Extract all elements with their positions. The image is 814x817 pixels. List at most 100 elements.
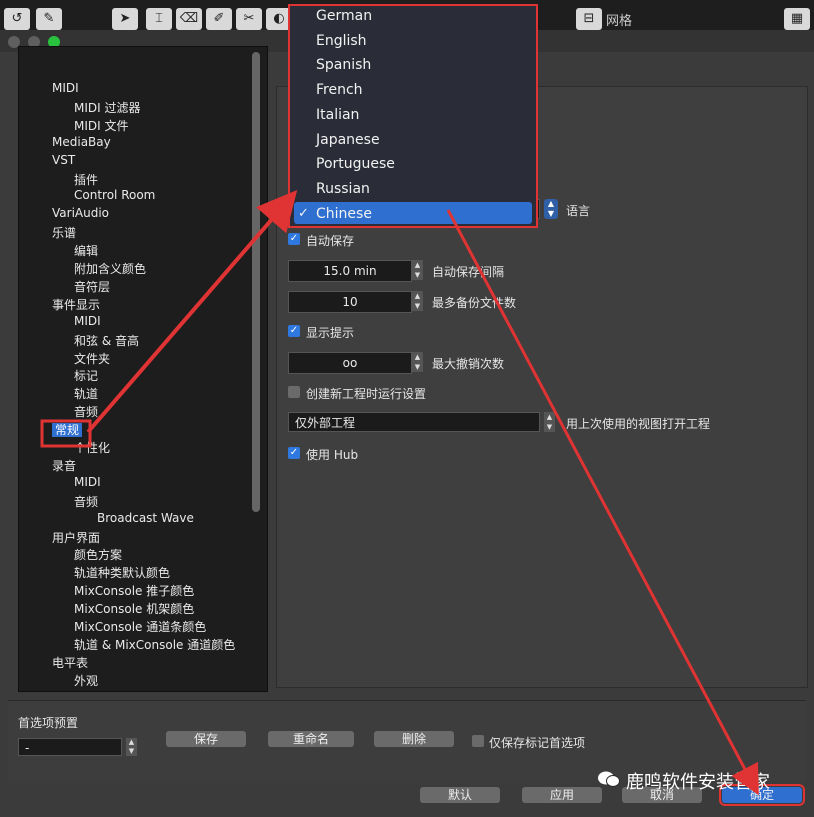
max-backups-label: 最多备份文件数 [432, 296, 517, 310]
sidebar-item-label: 轨道种类默认颜色 [74, 566, 171, 581]
autosave-interval-label: 自动保存间隔 [432, 265, 505, 279]
sidebar-item-label: MixConsole 推子颜色 [74, 584, 195, 599]
undo-icon[interactable]: ↺ [4, 8, 30, 30]
presets-select-chevron-icon[interactable]: ▲ ▼ [126, 738, 137, 756]
sidebar-item[interactable]: MIDI [52, 81, 79, 95]
sidebar-item[interactable]: MIDI 文件 [74, 117, 129, 134]
sidebar-item[interactable]: 编辑 [74, 242, 98, 259]
autosave-interval-field[interactable]: 15.0 min [288, 260, 412, 282]
sidebar-item[interactable]: MIDI [74, 314, 101, 328]
sidebar-item-label: 常规 [52, 423, 83, 438]
sidebar-item[interactable]: 附加含义颜色 [74, 260, 146, 277]
sidebar-item-label: 音频 [74, 494, 99, 509]
sidebar-item-label: MIDI [74, 313, 101, 328]
grid-type-label[interactable]: 网格 [606, 10, 632, 29]
tool-select-icon[interactable]: ✎ [36, 8, 62, 30]
sidebar-item[interactable]: 用户界面 [52, 529, 100, 546]
language-option[interactable]: Japanese [316, 132, 380, 148]
sidebar-item[interactable]: 音频 [74, 493, 98, 510]
sidebar-item-label: 插件 [74, 172, 99, 187]
cut-tool-icon[interactable]: ✂ [236, 8, 262, 30]
tree-scrollbar[interactable] [252, 52, 260, 512]
sidebar-item[interactable]: 录音 [52, 457, 76, 474]
sidebar-item-label: 轨道 & MixConsole 通道颜色 [74, 637, 236, 652]
language-label: 语言 [566, 204, 591, 218]
draw-tool-icon[interactable]: ✐ [206, 8, 232, 30]
sidebar-item-label: 和弦 & 音高 [74, 333, 139, 348]
show-tips-label: 显示提示 [306, 326, 355, 340]
sidebar-item-label: 事件显示 [52, 297, 101, 312]
autosave-interval-stepper[interactable]: ▲ ▼ [412, 260, 423, 280]
language-option[interactable]: Portuguese [316, 156, 395, 172]
language-dropdown-menu[interactable]: German English Spanish French Italian Japanes… [288, 4, 538, 228]
sidebar-item[interactable]: Broadcast Wave [97, 511, 194, 525]
language-option[interactable]: French [316, 82, 363, 98]
range-tool-icon[interactable]: ⌶ [146, 8, 172, 30]
language-option[interactable]: English [316, 33, 367, 49]
sidebar-item[interactable]: MIDI [74, 475, 101, 489]
sidebar-item[interactable]: 外观 [74, 672, 98, 689]
language-option[interactable]: Russian [316, 181, 370, 197]
sidebar-item-label: MIDI [52, 81, 79, 95]
autosave-checkbox[interactable]: ✓ [288, 233, 300, 245]
sidebar-item[interactable]: 音频 [74, 403, 98, 420]
erase-tool-icon[interactable]: ⌫ [176, 8, 202, 30]
default-button[interactable]: 默认 [420, 787, 500, 803]
sidebar-item[interactable]: MIDI 过滤器 [74, 99, 141, 116]
max-undo-field[interactable]: oo [288, 352, 412, 374]
sidebar-item[interactable]: MixConsole 通道条颜色 [74, 618, 206, 635]
quantize-icon[interactable]: ▦ [784, 8, 810, 30]
sidebar-item[interactable]: Control Room [74, 188, 155, 202]
sidebar-item[interactable]: 文件夹 [74, 350, 110, 367]
snap-icon[interactable]: ⊟ [576, 8, 602, 30]
sidebar-item[interactable]: VST [52, 153, 75, 167]
use-hub-label: 使用 Hub [306, 448, 359, 462]
max-backups-stepper[interactable]: ▲ ▼ [412, 291, 423, 311]
sidebar-item[interactable]: MixConsole 推子颜色 [74, 582, 194, 599]
max-undo-stepper[interactable]: ▲ ▼ [412, 352, 423, 372]
sidebar-item-label: 音频 [74, 405, 99, 420]
apply-button[interactable]: 应用 [522, 787, 602, 803]
language-option[interactable]: Spanish [316, 57, 371, 73]
pointer-tool-icon[interactable]: ➤ [112, 8, 138, 30]
language-option[interactable]: German [316, 8, 372, 24]
presets-select[interactable]: - [18, 738, 122, 756]
delete-preset-button[interactable]: 删除 [374, 731, 454, 747]
sidebar-item[interactable]: 音符层 [74, 278, 110, 295]
sidebar-item[interactable]: 标记 [74, 367, 98, 384]
sidebar-item[interactable]: MixConsole 机架颜色 [74, 600, 194, 617]
sidebar-item[interactable]: 乐谱 [52, 224, 76, 241]
autosave-label: 自动保存 [306, 234, 355, 248]
sidebar-item[interactable]: 个性化 [74, 439, 110, 456]
sidebar-item[interactable]: 插件 [74, 171, 98, 188]
sidebar-item-label: Broadcast Wave [97, 510, 194, 525]
language-option[interactable]: Chinese [316, 206, 372, 222]
sidebar-item[interactable]: 常规 [52, 421, 83, 438]
checkmark-icon: ✓ [298, 205, 309, 221]
only-marked-checkbox[interactable] [472, 735, 484, 747]
save-preset-button[interactable]: 保存 [166, 731, 246, 747]
sidebar-item[interactable]: 和弦 & 音高 [74, 332, 139, 349]
run-setup-checkbox[interactable] [288, 386, 300, 398]
open-project-chevron-icon[interactable]: ▲ ▼ [544, 412, 555, 432]
run-setup-label: 创建新工程时运行设置 [306, 387, 427, 401]
language-select-chevron-icon[interactable]: ▲ ▼ [544, 199, 558, 219]
sidebar-item[interactable]: 轨道 & MixConsole 通道颜色 [74, 636, 235, 653]
open-project-select[interactable]: 仅外部工程 [288, 412, 540, 432]
sidebar-item[interactable]: VariAudio [52, 206, 109, 220]
sidebar-item[interactable]: 轨道 [74, 385, 98, 402]
sidebar-item[interactable]: 电平表 [52, 654, 88, 671]
rename-preset-button[interactable]: 重命名 [268, 731, 354, 747]
use-hub-checkbox[interactable]: ✓ [288, 447, 300, 459]
sidebar-item[interactable]: 事件显示 [52, 296, 100, 313]
sidebar-item-label: 乐谱 [52, 226, 77, 241]
sidebar-item-label: 外观 [74, 673, 99, 688]
sidebar-item-label: MIDI 过滤器 [74, 100, 141, 115]
show-tips-checkbox[interactable]: ✓ [288, 325, 300, 337]
preferences-category-tree[interactable]: MIDI MIDI 过滤器 MIDI 文件 MediaBay VST 插件 Control … [18, 46, 268, 692]
language-option[interactable]: Italian [316, 107, 359, 123]
sidebar-item[interactable]: 轨道种类默认颜色 [74, 564, 170, 581]
max-backups-field[interactable]: 10 [288, 291, 412, 313]
sidebar-item[interactable]: 颜色方案 [74, 546, 122, 563]
sidebar-item[interactable]: MediaBay [52, 135, 111, 149]
